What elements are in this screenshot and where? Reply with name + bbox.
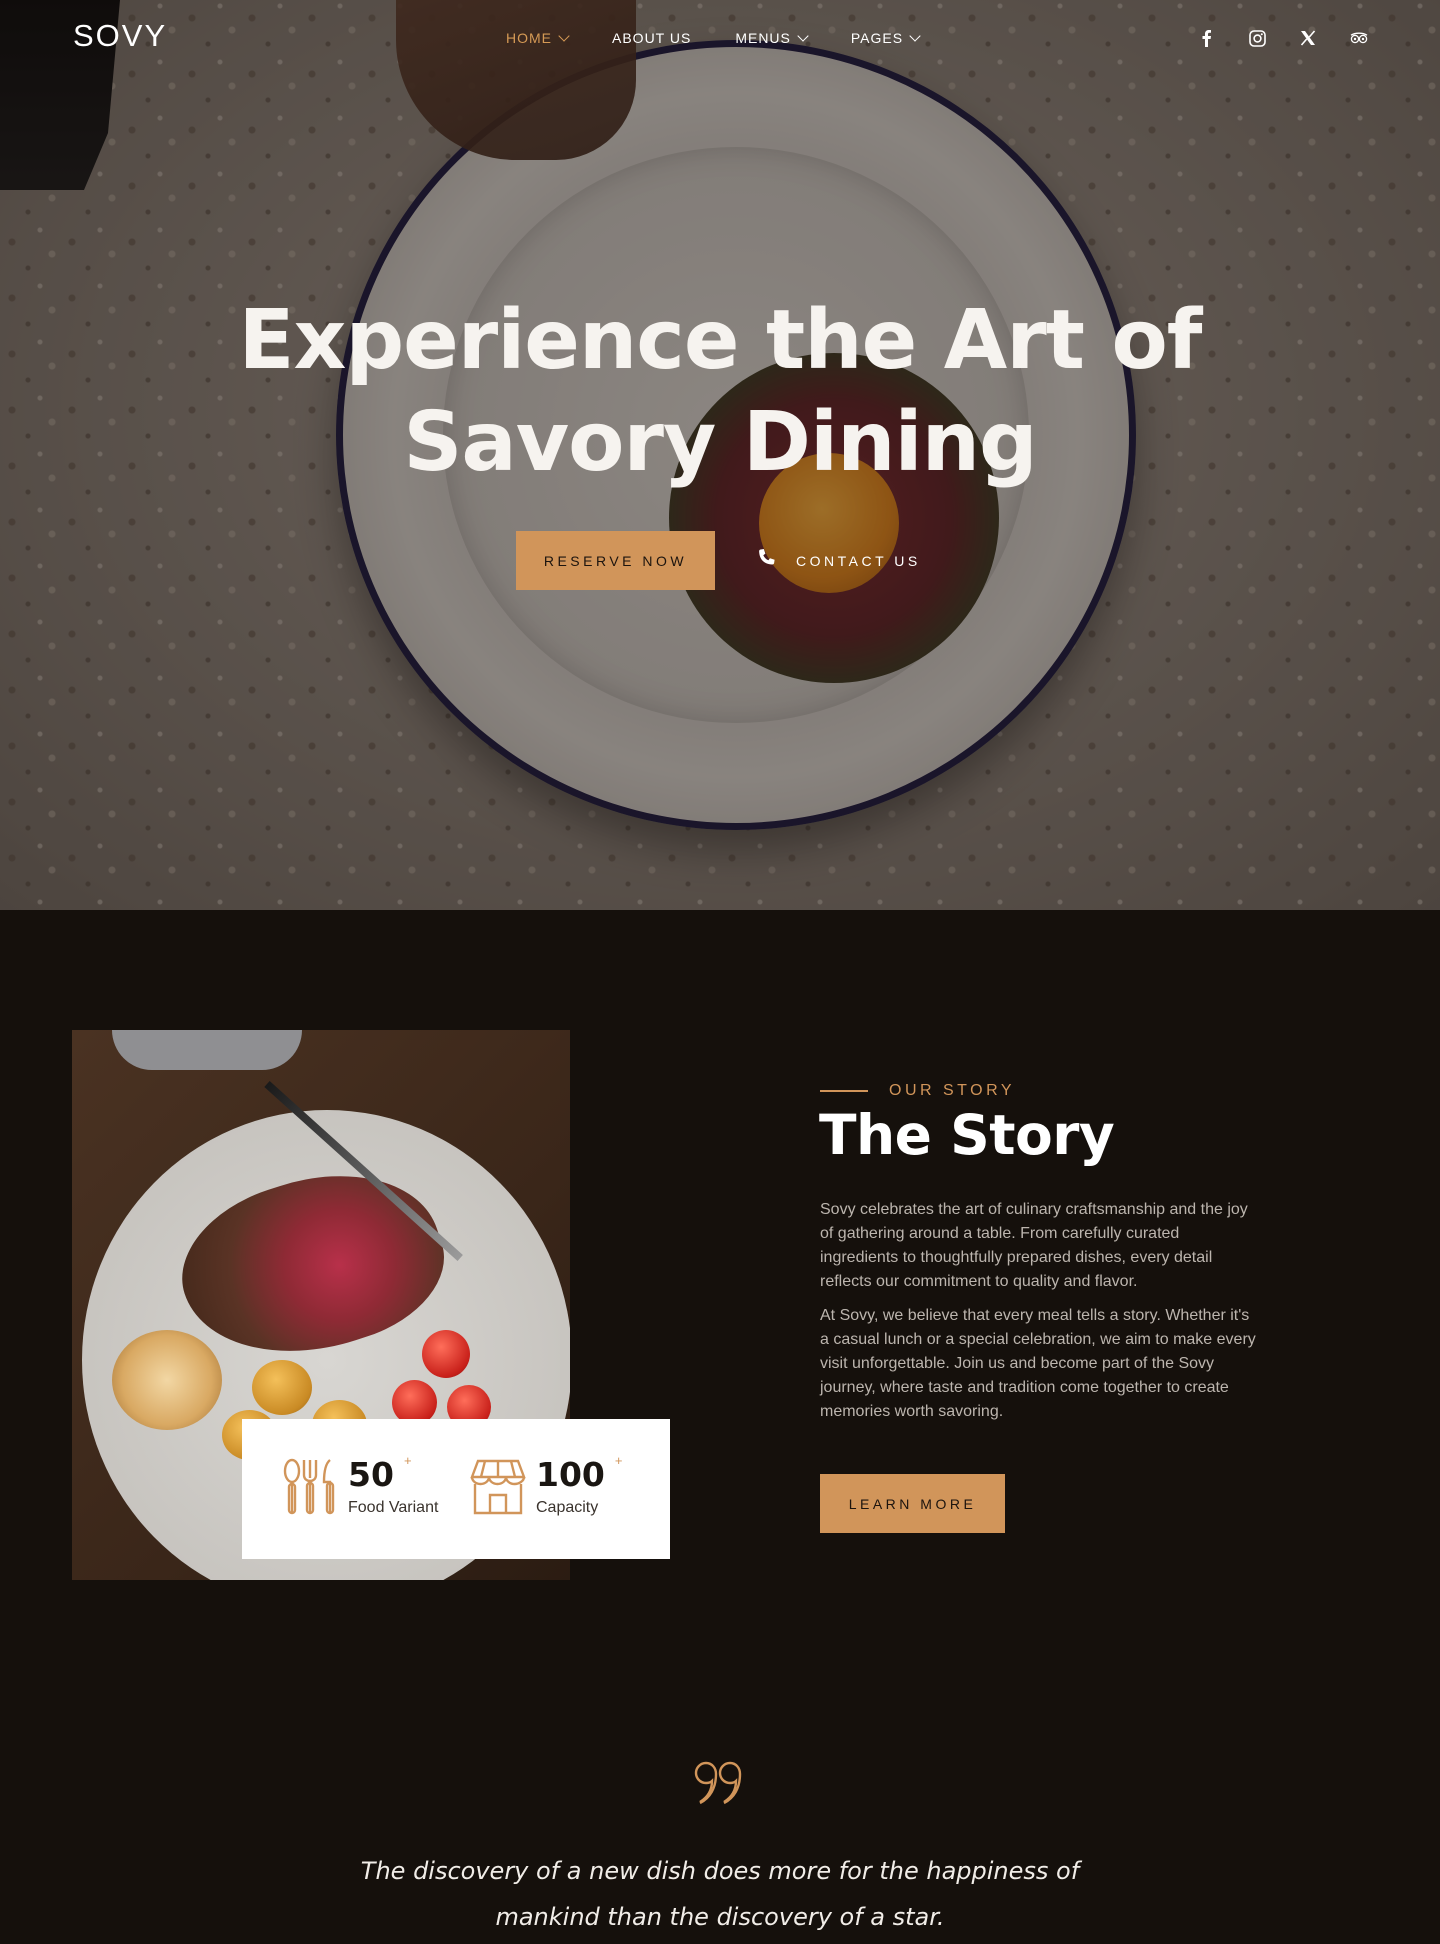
stat-suffix: +: [614, 1453, 623, 1468]
chevron-down-icon: [909, 29, 921, 42]
site-logo[interactable]: SOVY: [73, 18, 167, 54]
chevron-down-icon: [797, 29, 809, 42]
hero-title-line-2: Savory Dining: [403, 395, 1037, 490]
potato: [252, 1360, 312, 1415]
nav-item-home[interactable]: HOME: [506, 29, 570, 46]
hero-title: Experience the Art of Savory Dining: [0, 290, 1440, 494]
tomato: [422, 1330, 470, 1378]
reserve-now-button[interactable]: RESERVE NOW: [516, 531, 715, 590]
main-nav: HOME ABOUT US MENUS PAGES: [506, 29, 963, 46]
stat-suffix: +: [403, 1453, 412, 1468]
story-title: The Story: [819, 1103, 1115, 1167]
chevron-down-icon: [558, 29, 570, 42]
quote-icon: [694, 1760, 746, 1811]
x-icon[interactable]: [1298, 28, 1318, 48]
hero-title-line-1: Experience the Art of: [238, 293, 1203, 388]
eyebrow-divider: [820, 1090, 868, 1092]
phone-icon: [756, 548, 776, 573]
stat-capacity: 100 + Capacity: [470, 1453, 622, 1520]
nav-item-pages[interactable]: PAGES: [850, 29, 921, 46]
tripadvisor-icon[interactable]: [1349, 28, 1369, 48]
restaurant-icon: [470, 1457, 526, 1520]
stat-label: Food Variant: [348, 1499, 439, 1516]
nav-item-menus[interactable]: MENUS: [735, 29, 809, 46]
instagram-icon[interactable]: [1247, 28, 1267, 48]
nav-item-label: HOME: [506, 30, 552, 46]
story-paragraph-2: At Sovy, we believe that every meal tell…: [820, 1307, 1256, 1420]
stat-label: Capacity: [536, 1499, 599, 1516]
quote-line-2: mankind than the discovery of a star.: [495, 1903, 945, 1931]
learn-more-button[interactable]: LEARN MORE: [820, 1474, 1005, 1533]
contact-us-label: CONTACT US: [796, 552, 921, 569]
stat-food-variant: 50 + Food Variant: [282, 1453, 439, 1522]
hero-section: SOVY HOME ABOUT US MENUS PAGES Experienc…: [0, 0, 1440, 910]
sleeve: [112, 1030, 302, 1070]
facebook-icon[interactable]: [1196, 28, 1216, 48]
nav-item-label: MENUS: [735, 30, 791, 46]
stat-value: 50: [348, 1455, 394, 1494]
story-eyebrow: OUR STORY: [820, 1082, 1015, 1100]
testimonial-quote: The discovery of a new dish does more fo…: [0, 1848, 1440, 1940]
contact-us-button[interactable]: CONTACT US: [756, 548, 921, 573]
quote-line-1: The discovery of a new dish does more fo…: [360, 1857, 1080, 1885]
stat-value: 100: [536, 1455, 605, 1494]
stats-card: 50 + Food Variant 100 + Capacity: [242, 1419, 670, 1559]
nav-item-label: ABOUT US: [612, 30, 692, 46]
eyebrow-label: OUR STORY: [889, 1082, 1016, 1099]
story-paragraph-1: Sovy celebrates the art of culinary craf…: [820, 1201, 1248, 1290]
roasted-garlic: [112, 1330, 222, 1430]
social-links: [1196, 28, 1369, 48]
nav-item-label: PAGES: [850, 30, 904, 46]
cutlery-icon: [282, 1457, 340, 1522]
nav-item-about-us[interactable]: ABOUT US: [612, 30, 691, 46]
